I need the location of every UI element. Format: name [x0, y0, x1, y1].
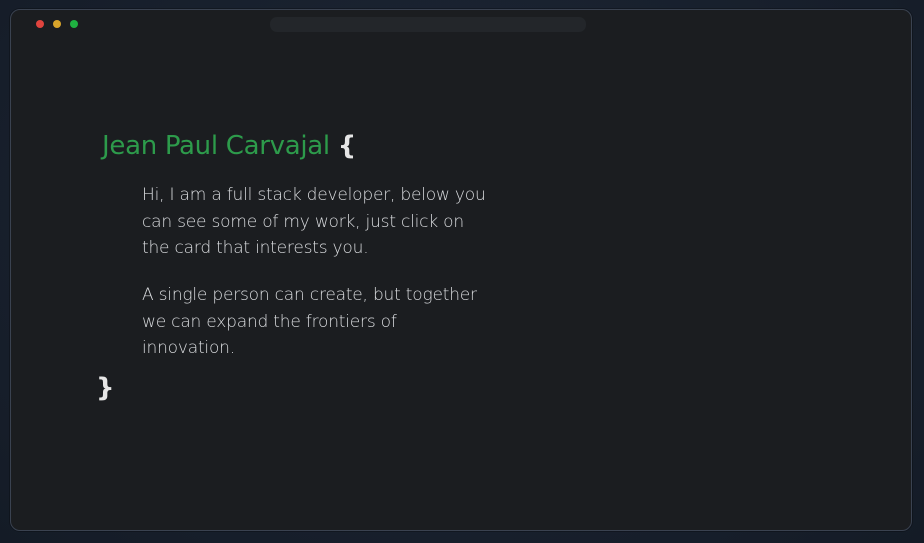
close-brace: } [96, 373, 115, 403]
motto-paragraph: A single person can create, but together… [142, 285, 477, 358]
open-brace: { [337, 131, 357, 161]
intro-paragraph: Hi, I am a full stack developer, below y… [142, 185, 486, 258]
main-content: Jean Paul Carvajal { Hi, I am a full sta… [11, 10, 911, 530]
browser-window: Jean Paul Carvajal { Hi, I am a full sta… [10, 9, 912, 531]
page-title: Jean Paul Carvajal { [102, 131, 356, 161]
author-name: Jean Paul Carvajal [102, 131, 330, 161]
